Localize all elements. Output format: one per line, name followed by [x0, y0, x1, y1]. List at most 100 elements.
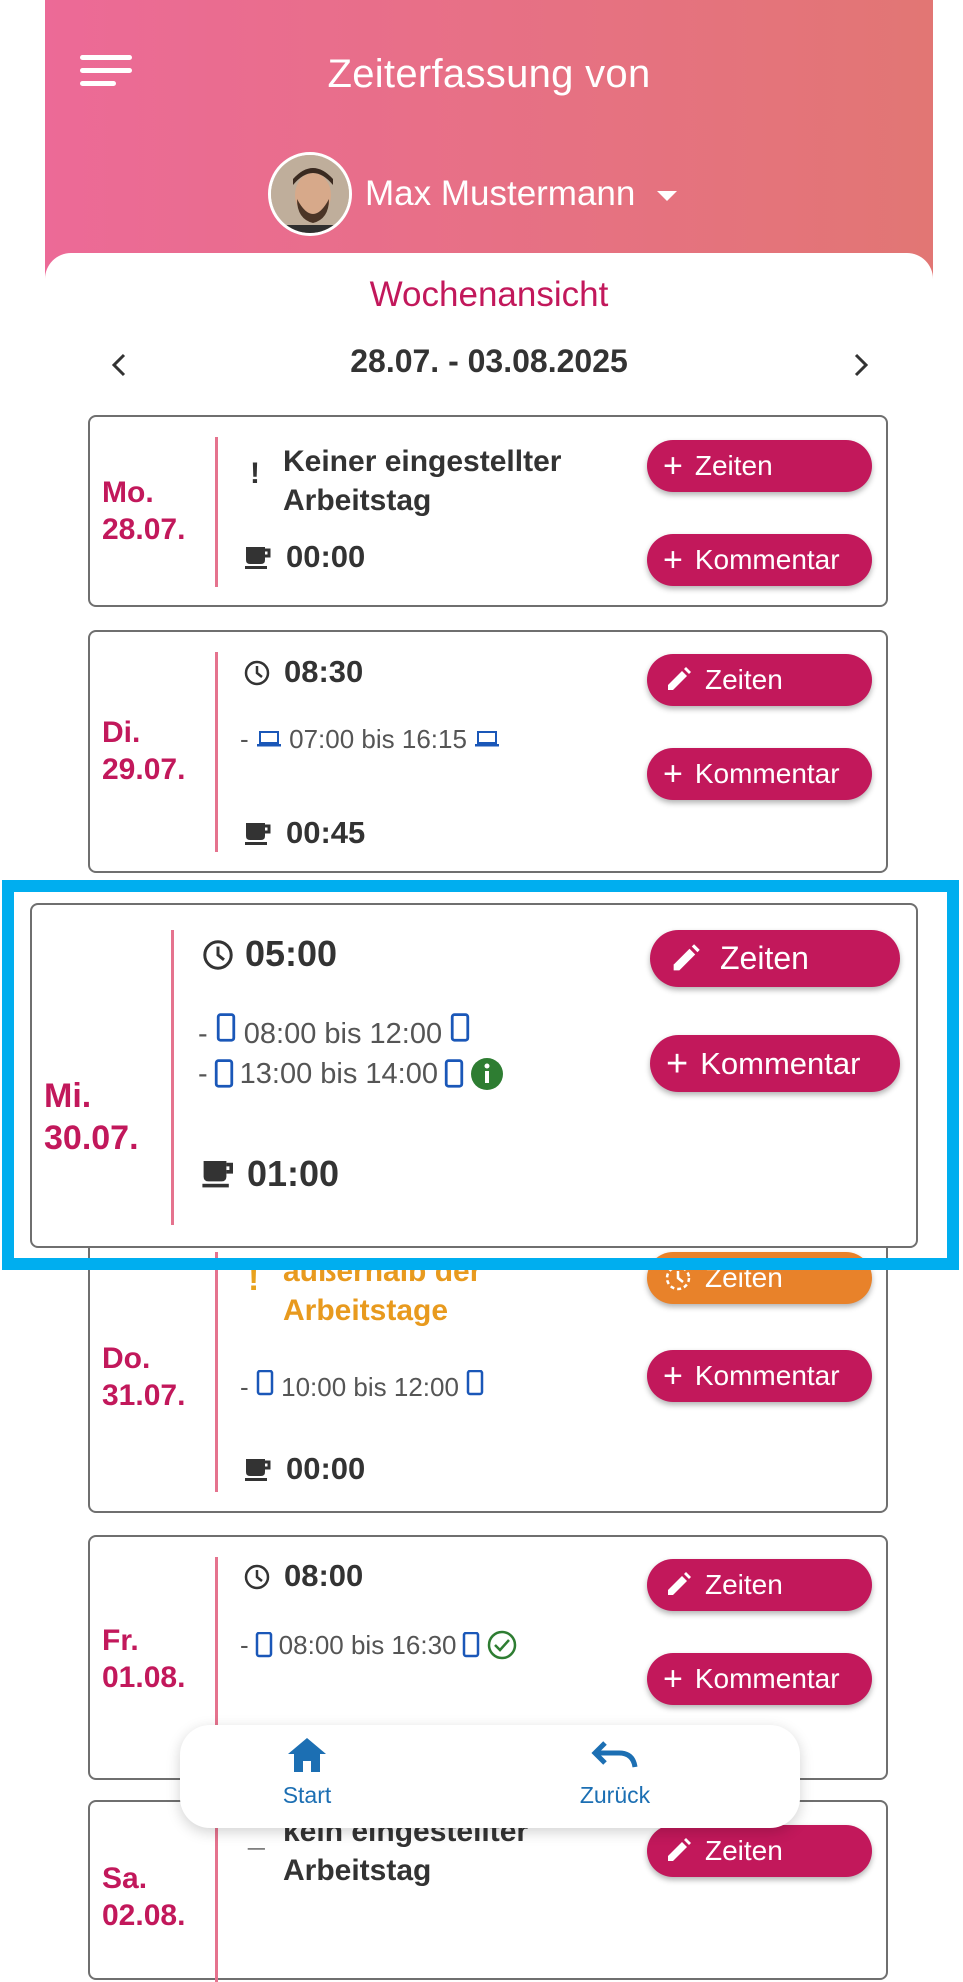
- phone-icon: [451, 1013, 470, 1042]
- divider: [171, 930, 174, 1225]
- segment-text: 08:00 bis 16:30: [278, 1629, 457, 1660]
- info-icon[interactable]: [470, 1057, 504, 1091]
- button-label: Zeiten: [705, 1569, 783, 1600]
- day-message: außerhalb der Arbeitstage: [283, 1252, 481, 1330]
- time-segment: - 08:00 bis 16:30: [240, 1629, 518, 1661]
- time-segment: - 13:00 bis 14:00: [198, 1057, 504, 1091]
- plus-icon: +: [663, 447, 683, 485]
- user-select[interactable]: Max Mustermann: [268, 150, 678, 238]
- break-time: 00:00: [286, 539, 366, 574]
- day-label: Do. 31.07.: [102, 1340, 185, 1414]
- plus-icon: +: [663, 1357, 683, 1395]
- plus-icon: +: [663, 1660, 683, 1698]
- nav-start[interactable]: Start: [237, 1735, 377, 1809]
- day-card-wednesday: Mi. 30.07. 05:00 - 08:00 bis 12:00 - 13:…: [30, 903, 918, 1248]
- edit-times-button[interactable]: Zeiten: [650, 930, 900, 987]
- button-label: Kommentar: [694, 1360, 840, 1391]
- segment-text: 07:00 bis 16:15: [289, 724, 467, 754]
- button-label: Zeiten: [694, 450, 773, 481]
- warning-icon: !: [248, 1260, 260, 1298]
- message-line: Arbeitstage: [283, 1294, 449, 1327]
- divider: [215, 652, 218, 852]
- week-range: 28.07. - 03.08.2025: [350, 343, 628, 379]
- phone-icon: [216, 1013, 235, 1042]
- total-time: 05:00: [245, 933, 338, 974]
- day-label: Mo. 28.07.: [102, 474, 185, 548]
- day-label: Di. 29.07.: [102, 714, 185, 788]
- coffee-icon: [245, 1459, 271, 1481]
- phone-icon: [444, 1059, 464, 1088]
- break-time: 00:00: [286, 1451, 366, 1486]
- add-comment-button[interactable]: + Kommentar: [647, 1653, 872, 1705]
- laptop-icon: [475, 731, 500, 747]
- plus-icon: +: [663, 541, 683, 579]
- check-circle-icon: [488, 1630, 517, 1660]
- date: 01.08.: [102, 1661, 186, 1694]
- weekday: Di.: [102, 716, 141, 749]
- segment-text: 13:00 bis 14:00: [239, 1057, 438, 1090]
- button-label: Kommentar: [694, 758, 840, 789]
- plus-icon: +: [666, 1042, 689, 1085]
- clock-icon: [203, 940, 233, 970]
- day-card-monday: Mo. 28.07. ! Keiner eingestellter Arbeit…: [88, 415, 888, 607]
- time-segment: - 08:00 bis 12:00: [198, 1013, 470, 1051]
- add-comment-button[interactable]: + Kommentar: [647, 748, 872, 800]
- button-label: Kommentar: [694, 1663, 840, 1694]
- app-header: Zeiterfassung von Max Mustermann: [45, 0, 933, 290]
- clock-icon: [244, 1564, 270, 1590]
- chevron-right-icon[interactable]: [840, 345, 880, 385]
- day-card-tuesday: Di. 29.07. 08:30 - 07:00 bis 16:15 00:45…: [88, 630, 888, 873]
- time-segment: - 07:00 bis 16:15: [240, 724, 500, 755]
- edit-times-button[interactable]: Zeiten: [647, 654, 872, 706]
- weekday: Mi.: [44, 1077, 92, 1115]
- date: 30.07.: [44, 1119, 139, 1157]
- day-message: Keiner eingestellter Arbeitstag: [283, 442, 561, 520]
- button-label: Zeiten: [705, 1262, 783, 1293]
- coffee-icon: [245, 823, 271, 845]
- break-time: 00:45: [286, 815, 366, 850]
- home-icon: [288, 1738, 326, 1772]
- day-label: Fr. 01.08.: [102, 1622, 185, 1696]
- pencil-icon: [668, 1838, 691, 1861]
- button-label: Kommentar: [700, 1045, 861, 1081]
- segment-text: 08:00 bis 12:00: [243, 1018, 443, 1050]
- weekday: Mo.: [102, 476, 154, 509]
- break-time: 01:00: [247, 1153, 340, 1194]
- undo-icon: [591, 1741, 638, 1768]
- chevron-down-icon: [657, 191, 678, 201]
- page-title: Zeiterfassung von: [327, 52, 651, 96]
- coffee-icon: [245, 547, 271, 569]
- pencil-icon: [668, 667, 691, 690]
- coffee-icon: [202, 1161, 233, 1188]
- nav-back[interactable]: Zurück: [545, 1735, 685, 1809]
- date: 29.07.: [102, 753, 186, 786]
- total-time: 08:30: [284, 654, 364, 689]
- button-label: Zeiten: [720, 940, 809, 976]
- avatar: [268, 152, 352, 236]
- divider: [215, 1822, 218, 1982]
- pencil-icon: [668, 1572, 691, 1595]
- add-comment-button[interactable]: + Kommentar: [650, 1035, 900, 1092]
- weekday: Do.: [102, 1342, 151, 1375]
- button-label: Zeiten: [705, 1835, 783, 1866]
- message-line: außerhalb der: [283, 1255, 482, 1288]
- time-segment: - 10:00 bis 12:00: [240, 1369, 484, 1403]
- clock-icon: [244, 660, 270, 686]
- edit-times-button[interactable]: Zeiten: [647, 1825, 872, 1877]
- nav-label: Start: [282, 1782, 332, 1808]
- plus-icon: +: [663, 755, 683, 793]
- add-comment-button[interactable]: + Kommentar: [647, 1350, 872, 1402]
- laptop-icon: [256, 731, 281, 747]
- weekday: Fr.: [102, 1624, 139, 1657]
- add-comment-button[interactable]: + Kommentar: [647, 534, 872, 586]
- button-label: Zeiten: [705, 664, 783, 695]
- clock-icon: [665, 1265, 691, 1291]
- add-times-button[interactable]: + Zeiten: [647, 440, 872, 492]
- day-label: Sa. 02.08.: [102, 1860, 185, 1934]
- times-button-warning[interactable]: Zeiten: [647, 1252, 872, 1304]
- edit-times-button[interactable]: Zeiten: [647, 1559, 872, 1611]
- bottom-nav: Start Zurück: [180, 1725, 800, 1828]
- message-line: Arbeitstag: [283, 484, 432, 517]
- message-line: Arbeitstag: [283, 1854, 432, 1887]
- phone-icon: [255, 1632, 272, 1658]
